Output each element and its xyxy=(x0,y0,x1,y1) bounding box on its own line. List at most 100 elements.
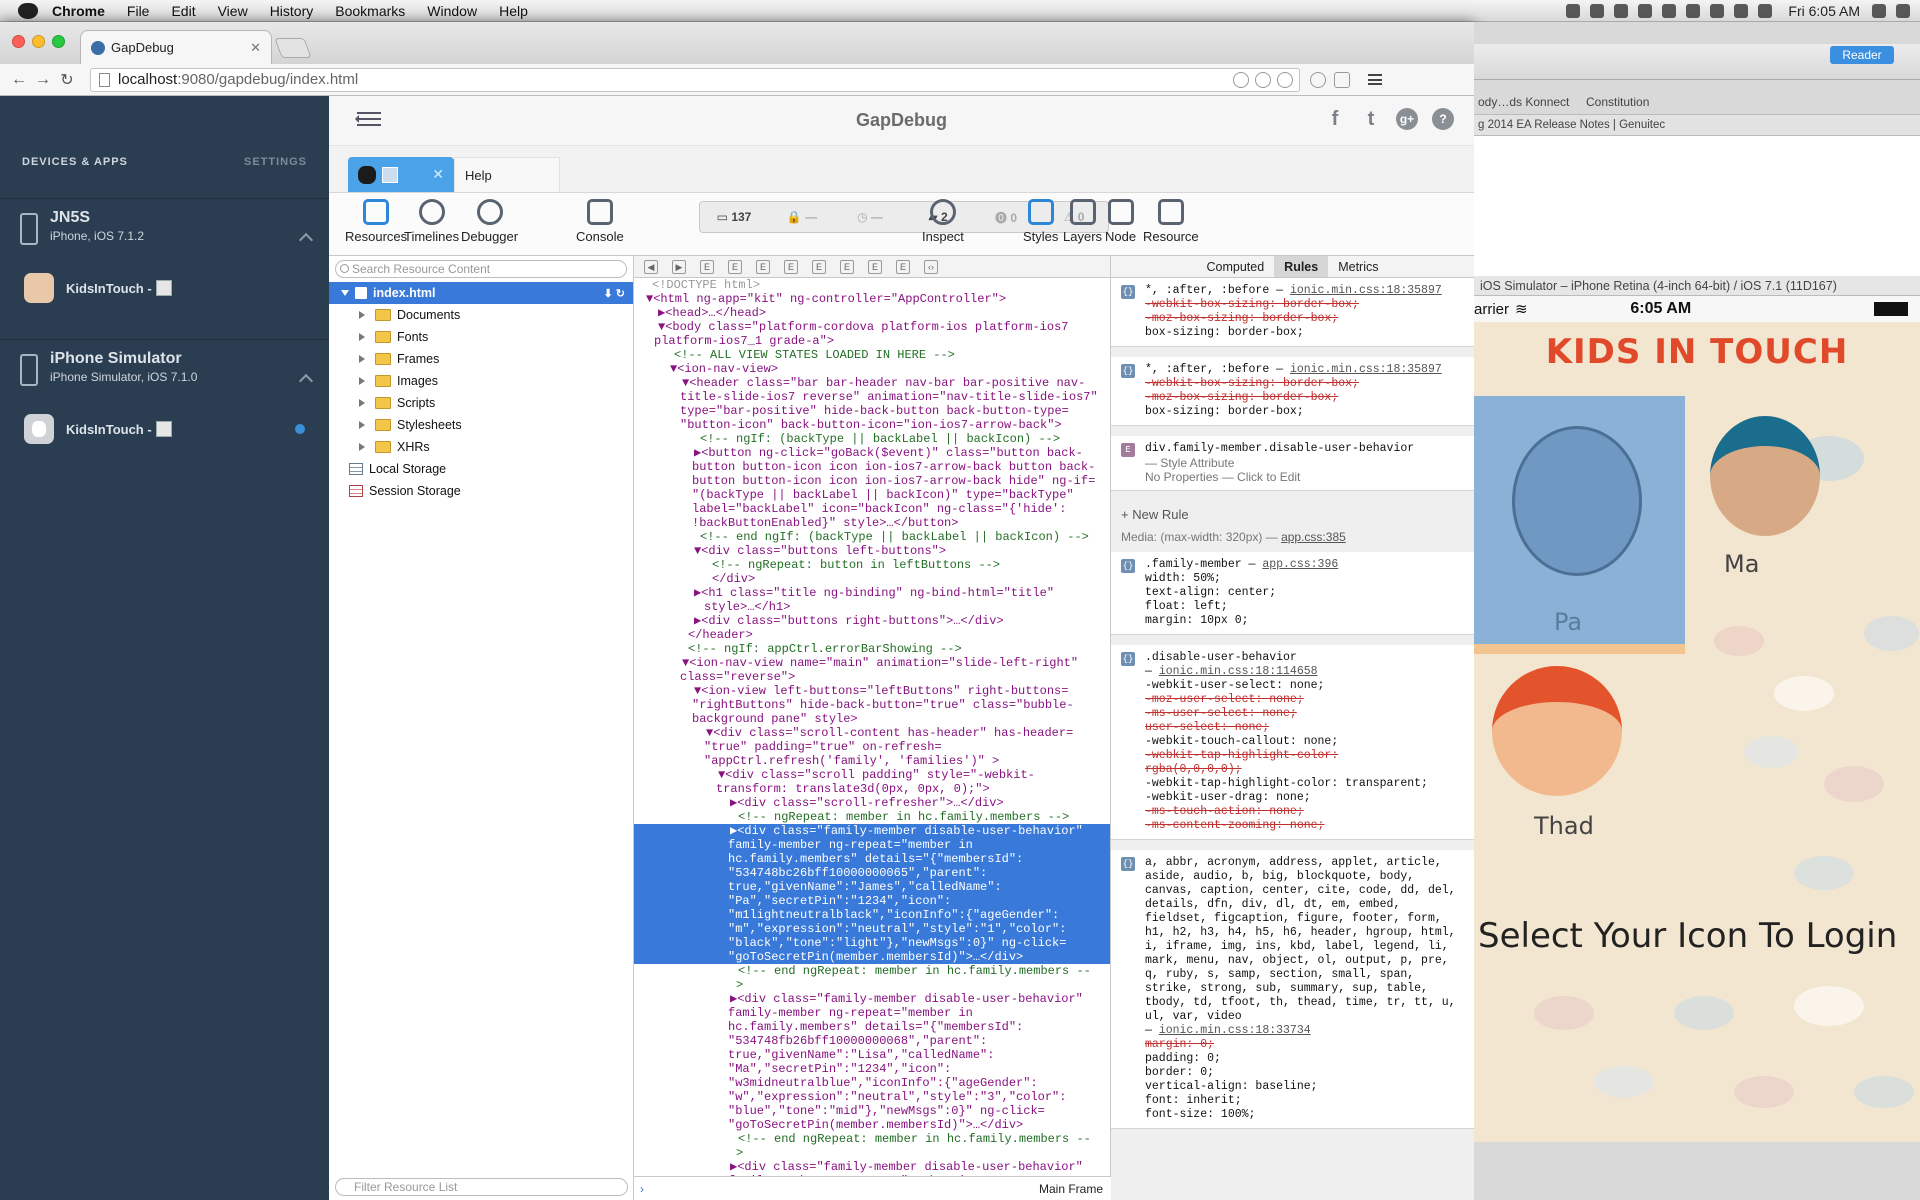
tree-item-xhrs[interactable]: XHRs xyxy=(329,436,633,458)
dom-node-line[interactable]: "goToSecretPin(member.membersId)">…</div… xyxy=(634,950,1110,964)
css-property[interactable]: font: inherit; xyxy=(1145,1094,1466,1108)
dom-node-line[interactable]: title-slide-ios7 reverse" animation="nav… xyxy=(634,390,1110,404)
settings-link[interactable]: SETTINGS xyxy=(244,156,307,168)
background-tab[interactable]: g 2014 EA Release Notes | Genuitec xyxy=(1474,114,1920,136)
tree-item-frames[interactable]: Frames xyxy=(329,348,633,370)
dom-node-line[interactable]: ▼<div class="scroll padding" style="-web… xyxy=(634,768,1110,782)
dom-node-line[interactable]: ▶<head>…</head> xyxy=(634,306,1110,320)
dom-node-line[interactable]: ▼<header class="bar bar-header nav-bar b… xyxy=(634,376,1110,390)
tree-item-scripts[interactable]: Scripts xyxy=(329,392,633,414)
google-plus-icon[interactable]: g+ xyxy=(1396,108,1418,130)
dom-node-line[interactable]: background pane" style> xyxy=(634,712,1110,726)
resource-button[interactable]: Resource xyxy=(1143,199,1199,244)
tree-item-session-storage[interactable]: Session Storage xyxy=(329,480,633,502)
lock-count[interactable]: 🔒 — xyxy=(768,210,836,224)
status-icon-6[interactable] xyxy=(1686,3,1701,18)
status-icon-5[interactable] xyxy=(1662,3,1677,18)
crumb-icon[interactable]: E xyxy=(812,259,826,274)
close-tab-icon[interactable]: ✕ xyxy=(432,166,444,183)
menu-history[interactable]: History xyxy=(270,3,314,19)
notification-center-icon[interactable] xyxy=(1896,3,1910,18)
css-property[interactable]: -ms-user-select: none; xyxy=(1145,707,1466,721)
rule-source-link[interactable]: ionic.min.css:18:114658 xyxy=(1159,665,1318,678)
css-rule[interactable]: Ediv.family-member.disable-user-behavior… xyxy=(1111,436,1474,491)
extension-icon-1[interactable] xyxy=(1310,71,1326,88)
mom-avatar-icon[interactable] xyxy=(1710,416,1820,536)
device-jn5s[interactable]: JN5S iPhone, iOS 7.1.2 KidsInTouch - xyxy=(0,198,329,313)
tree-item-local-storage[interactable]: Local Storage xyxy=(329,458,633,480)
extension-icon-2[interactable] xyxy=(1334,71,1350,88)
css-rule[interactable]: {} .disable-user-behavior — ionic.min.css… xyxy=(1111,645,1474,840)
css-rule[interactable]: {} a, abbr, acronym, address, applet, art… xyxy=(1111,850,1474,1129)
kid-avatar-icon[interactable] xyxy=(1492,666,1622,796)
tree-item-fonts[interactable]: Fonts xyxy=(329,326,633,348)
console-prompt[interactable]: › Main Frame xyxy=(634,1176,1111,1200)
dom-node-line[interactable]: class="reverse"> xyxy=(634,670,1110,684)
dom-node-line[interactable]: ▶<div class="scroll-refresher">…</div> xyxy=(634,796,1110,810)
layers-button[interactable]: Layers xyxy=(1063,199,1102,244)
expand-triangle-icon[interactable] xyxy=(359,399,369,407)
menu-window[interactable]: Window xyxy=(427,3,477,19)
reload-icon[interactable]: ↻ xyxy=(56,70,78,90)
css-property[interactable]: rgba(0,0,0,0); xyxy=(1145,763,1466,777)
css-property[interactable]: -moz-box-sizing: border-box; xyxy=(1145,312,1466,326)
nav-forward-icon[interactable]: ▶ xyxy=(672,259,686,274)
menu-file[interactable]: File xyxy=(127,3,150,19)
css-property[interactable]: -moz-user-select: none; xyxy=(1145,693,1466,707)
source-toggle-icon[interactable]: ‹› xyxy=(924,259,938,274)
dom-node-line[interactable]: ▼<ion-nav-view name="main" animation="sl… xyxy=(634,656,1110,670)
css-property[interactable]: border: 0; xyxy=(1145,1066,1466,1080)
rule-source-link[interactable]: ionic.min.css:18:33734 xyxy=(1159,1024,1311,1037)
css-property[interactable]: padding: 0; xyxy=(1145,1052,1466,1066)
chrome-menu-icon[interactable] xyxy=(1368,74,1382,85)
status-icon-3[interactable] xyxy=(1614,3,1629,18)
expand-triangle-icon[interactable] xyxy=(341,290,349,300)
device-app-row[interactable]: KidsInTouch - xyxy=(0,245,329,313)
menu-view[interactable]: View xyxy=(218,3,248,19)
css-property[interactable]: box-sizing: border-box; xyxy=(1145,405,1466,419)
dom-node-line[interactable]: <!-- ngRepeat: button in leftButtons --> xyxy=(634,558,1110,572)
browser-tab[interactable]: GapDebug ✕ xyxy=(80,30,272,64)
volume-icon[interactable] xyxy=(1734,3,1749,18)
css-property[interactable]: -webkit-user-select: none; xyxy=(1145,679,1466,693)
node-button[interactable]: Node xyxy=(1105,199,1136,244)
new-tab-button[interactable] xyxy=(274,38,312,58)
facebook-icon[interactable]: f xyxy=(1324,108,1346,130)
crumb-icon[interactable]: E xyxy=(840,259,854,274)
download-reload-icons[interactable]: ⬇ ↻ xyxy=(604,287,626,300)
expand-triangle-icon[interactable] xyxy=(359,443,369,451)
rule-source-link[interactable]: ionic.min.css:18:35897 xyxy=(1290,284,1442,297)
apple-icon[interactable] xyxy=(18,2,38,19)
menu-edit[interactable]: Edit xyxy=(171,3,195,19)
timelines-button[interactable]: Timelines xyxy=(404,199,459,244)
status-icon-1[interactable] xyxy=(1566,3,1581,18)
dom-node-line[interactable]: ▼<ion-view left-buttons="leftButtons" ri… xyxy=(634,684,1110,698)
battery-icon[interactable] xyxy=(1758,3,1773,18)
device-app-row[interactable]: KidsInTouch - xyxy=(0,386,329,454)
dom-node-line[interactable]: "button-icon" back-button-icon="ion-ios7… xyxy=(634,418,1110,432)
dom-node-line[interactable]: ▼<html ng-app="kit" ng-controller="AppCo… xyxy=(634,292,1110,306)
help-icon[interactable]: ? xyxy=(1432,108,1454,130)
css-property[interactable]: margin: 0; xyxy=(1145,1038,1466,1052)
css-property[interactable]: -webkit-box-sizing: border-box; xyxy=(1145,377,1466,391)
member-pa-card[interactable]: Pa xyxy=(1474,396,1685,654)
menu-help[interactable]: Help xyxy=(499,3,528,19)
menu-bookmarks[interactable]: Bookmarks xyxy=(335,3,405,19)
css-property[interactable]: vertical-align: baseline; xyxy=(1145,1080,1466,1094)
dom-node-line[interactable]: "blue","tone":"mid"},"newMsgs":0}" ng-cl… xyxy=(634,1104,1110,1118)
minimize-window-button[interactable] xyxy=(32,35,45,48)
dom-node-line[interactable]: "Pa","secretPin":"1234","icon": xyxy=(634,894,1110,908)
css-property[interactable]: -webkit-tap-highlight-color: xyxy=(1145,749,1466,763)
tree-item-images[interactable]: Images xyxy=(329,370,633,392)
menubar-clock[interactable]: Fri 6:05 AM xyxy=(1788,3,1860,19)
dom-node-line[interactable]: ▶<div class="buttons right-buttons">…</d… xyxy=(634,614,1110,628)
crumb-icon[interactable]: E xyxy=(868,259,882,274)
dom-source-view[interactable]: <!DOCTYPE html> ▼<html ng-app="kit" ng-co… xyxy=(634,278,1110,1176)
expand-triangle-icon[interactable] xyxy=(359,311,369,319)
dom-node-line[interactable]: button button-icon icon ion-ios7-arrow-b… xyxy=(634,474,1110,488)
nav-back-icon[interactable]: ◀ xyxy=(644,259,658,274)
dom-node-line[interactable]: type="bar-positive" hide-back-button bac… xyxy=(634,404,1110,418)
frame-selector[interactable]: Main Frame xyxy=(1039,1182,1103,1196)
dom-node-line[interactable]: "m","expression":"neutral","style":"1","… xyxy=(634,922,1110,936)
menu-app-name[interactable]: Chrome xyxy=(52,3,105,19)
